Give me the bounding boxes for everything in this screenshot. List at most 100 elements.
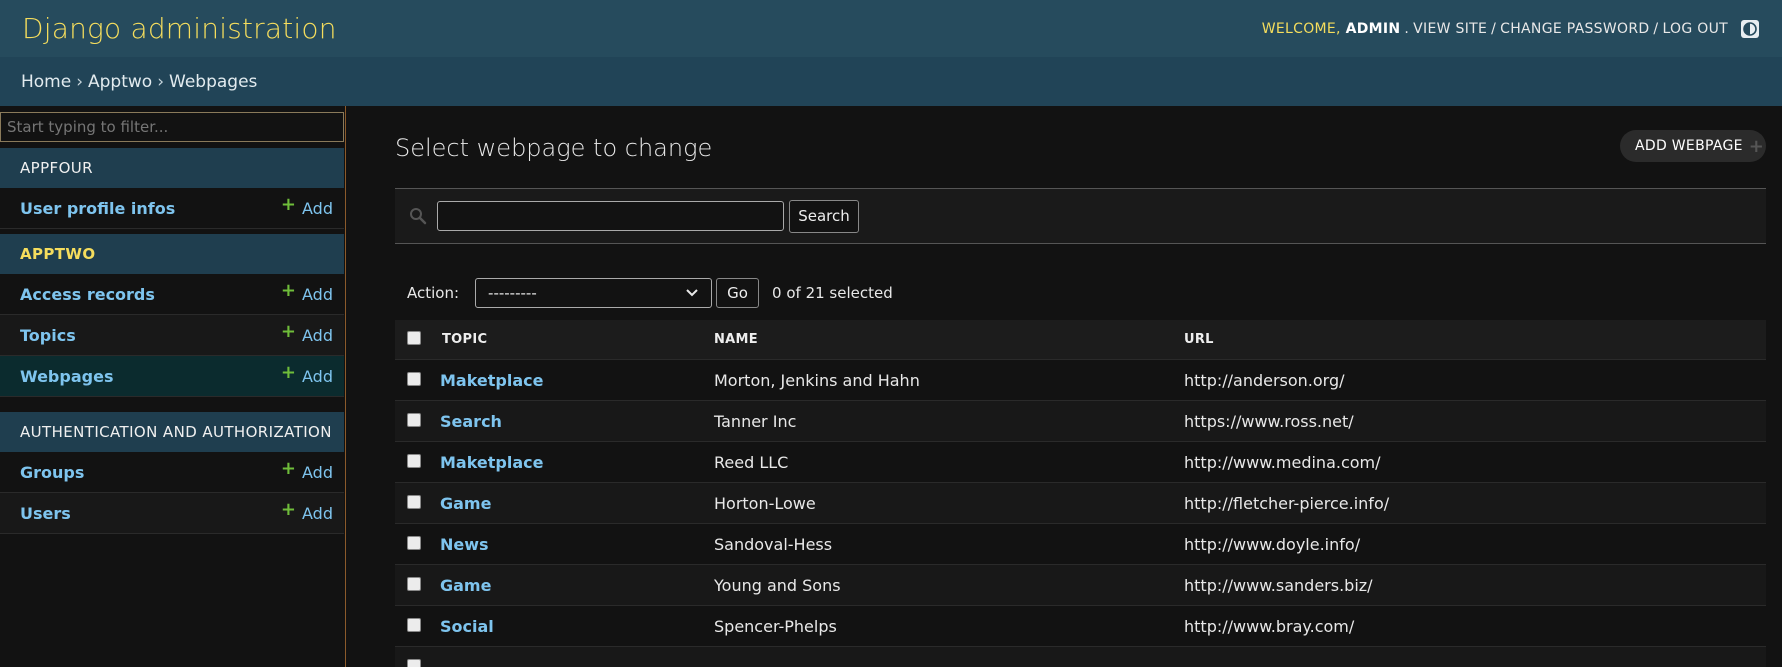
table-row: Game Horton-Lowe http://fletcher-pierce.… bbox=[395, 483, 1766, 524]
row-checkbox[interactable] bbox=[407, 453, 421, 468]
plus-icon: + bbox=[280, 458, 297, 479]
cell-url: https://www.ross.net/ bbox=[1184, 411, 1354, 431]
model-link[interactable]: Groups bbox=[20, 463, 84, 482]
select-all-cell bbox=[395, 330, 440, 349]
add-link[interactable]: + Add bbox=[280, 362, 333, 386]
topic-link[interactable]: Search bbox=[440, 412, 502, 431]
cell-topic: Maketplace bbox=[440, 453, 714, 472]
action-select[interactable]: --------- bbox=[475, 278, 713, 308]
chevron-down-icon bbox=[685, 284, 699, 302]
add-link[interactable]: + Add bbox=[280, 499, 333, 523]
cell-name: Tanner Inc bbox=[714, 411, 797, 431]
model-link[interactable]: Users bbox=[20, 504, 71, 523]
action-label: Action: bbox=[407, 284, 460, 302]
row-checkbox[interactable] bbox=[407, 658, 421, 667]
log-out-link[interactable]: LOG OUT bbox=[1662, 21, 1728, 37]
content-main: Select webpage to change ADD WEBPAGE + S… bbox=[347, 106, 1782, 667]
row-checkbox-cell bbox=[395, 617, 440, 636]
table-row: News Sandoval-Hess http://www.doyle.info… bbox=[395, 524, 1766, 565]
add-webpage-button[interactable]: ADD WEBPAGE + bbox=[1620, 130, 1766, 162]
cell-name: Sandoval-Hess bbox=[714, 534, 833, 554]
column-header-url[interactable]: URL bbox=[1184, 332, 1766, 347]
app-caption[interactable]: APPFOUR bbox=[0, 148, 344, 188]
row-checkbox-cell bbox=[395, 453, 440, 472]
row-checkbox-cell bbox=[395, 412, 440, 431]
site-brand[interactable]: Django administration bbox=[22, 12, 337, 45]
plus-icon: + bbox=[280, 194, 297, 215]
row-checkbox[interactable] bbox=[407, 535, 421, 550]
topic-link[interactable]: Social bbox=[440, 617, 494, 636]
add-link[interactable]: + Add bbox=[280, 321, 333, 345]
model-link[interactable]: Access records bbox=[20, 285, 155, 304]
theme-toggle-icon[interactable] bbox=[1740, 19, 1760, 39]
app-auth: AUTHENTICATION AND AUTHORIZATION Groups … bbox=[0, 412, 344, 534]
welcome-text: WELCOME, bbox=[1261, 20, 1341, 37]
plus-icon: + bbox=[1748, 135, 1765, 157]
table-row-partial bbox=[395, 647, 1766, 667]
site-header: Django administration WELCOME, ADMIN. VI… bbox=[0, 0, 1782, 57]
breadcrumb-current: Webpages bbox=[169, 71, 258, 92]
model-link[interactable]: Topics bbox=[20, 326, 76, 345]
change-password-link[interactable]: CHANGE PASSWORD bbox=[1500, 21, 1649, 37]
model-link[interactable]: User profile infos bbox=[20, 199, 175, 218]
row-checkbox[interactable] bbox=[407, 371, 421, 386]
cell-name: Reed LLC bbox=[714, 452, 789, 472]
add-webpage-label: ADD WEBPAGE bbox=[1635, 138, 1743, 154]
select-all-checkbox[interactable] bbox=[407, 330, 421, 345]
add-link[interactable]: + Add bbox=[280, 194, 333, 218]
add-label: Add bbox=[302, 284, 333, 304]
row-checkbox-cell bbox=[395, 576, 440, 595]
search-button[interactable]: Search bbox=[789, 199, 859, 233]
search-icon bbox=[409, 207, 427, 225]
go-button[interactable]: Go bbox=[716, 278, 760, 308]
nav-filter-input[interactable] bbox=[0, 112, 344, 142]
separator: / bbox=[1653, 20, 1659, 37]
topic-link[interactable]: Game bbox=[440, 576, 491, 595]
add-link[interactable]: + Add bbox=[280, 458, 333, 482]
topic-link[interactable]: News bbox=[440, 535, 489, 554]
column-header-topic[interactable]: TOPIC bbox=[440, 332, 714, 347]
topic-link[interactable]: Maketplace bbox=[440, 453, 544, 472]
app-caption[interactable]: APPTWO bbox=[0, 234, 344, 274]
cell-url: http://www.doyle.info/ bbox=[1184, 534, 1361, 554]
cell-topic: Social bbox=[440, 617, 714, 636]
add-label: Add bbox=[302, 503, 333, 523]
row-checkbox[interactable] bbox=[407, 412, 421, 427]
topic-link[interactable]: Maketplace bbox=[440, 371, 544, 390]
add-label: Add bbox=[302, 198, 333, 218]
column-header-name[interactable]: NAME bbox=[714, 332, 1184, 347]
row-checkbox[interactable] bbox=[407, 576, 421, 591]
table-header: TOPIC NAME URL bbox=[395, 320, 1766, 360]
app-caption[interactable]: AUTHENTICATION AND AUTHORIZATION bbox=[0, 412, 344, 452]
breadcrumb-separator: › bbox=[157, 71, 165, 92]
row-checkbox[interactable] bbox=[407, 494, 421, 509]
sidebar-item-access-records: Access records + Add bbox=[0, 274, 344, 315]
sidebar-item-webpages: Webpages + Add bbox=[0, 356, 344, 397]
breadcrumb-home[interactable]: Home bbox=[21, 72, 71, 92]
add-link[interactable]: + Add bbox=[281, 282, 333, 304]
view-site-link[interactable]: VIEW SITE bbox=[1413, 21, 1487, 37]
model-link[interactable]: Webpages bbox=[20, 367, 113, 386]
plus-icon: + bbox=[280, 321, 297, 342]
table-row: Game Young and Sons http://www.sanders.b… bbox=[395, 565, 1766, 606]
cell-url: http://www.sanders.biz/ bbox=[1184, 575, 1373, 595]
sidebar-item-user-profile-infos: User profile infos + Add bbox=[0, 188, 344, 229]
search-input[interactable] bbox=[437, 201, 784, 231]
breadcrumb: Home › Apptwo › Webpages bbox=[0, 57, 1782, 106]
plus-icon: + bbox=[280, 362, 297, 383]
app-appfour: APPFOUR User profile infos + Add bbox=[0, 148, 344, 229]
topic-link[interactable]: Game bbox=[440, 494, 491, 513]
add-label: Add bbox=[302, 325, 333, 345]
sidebar-item-users: Users + Add bbox=[0, 493, 344, 534]
row-checkbox[interactable] bbox=[407, 617, 421, 632]
nav-sidebar: APPFOUR User profile infos +Add APPTWO A… bbox=[0, 106, 346, 667]
cell-topic: Search bbox=[440, 412, 714, 431]
breadcrumb-app[interactable]: Apptwo bbox=[88, 72, 152, 92]
cell-topic: Maketplace bbox=[440, 371, 714, 390]
row-checkbox-cell bbox=[395, 494, 440, 513]
user-tools: WELCOME, ADMIN. VIEW SITE / CHANGE PASSW… bbox=[1262, 19, 1760, 39]
cell-topic: News bbox=[440, 535, 714, 554]
add-label: Add bbox=[302, 366, 333, 386]
plus-icon: + bbox=[280, 499, 297, 520]
row-checkbox-cell bbox=[395, 371, 440, 390]
